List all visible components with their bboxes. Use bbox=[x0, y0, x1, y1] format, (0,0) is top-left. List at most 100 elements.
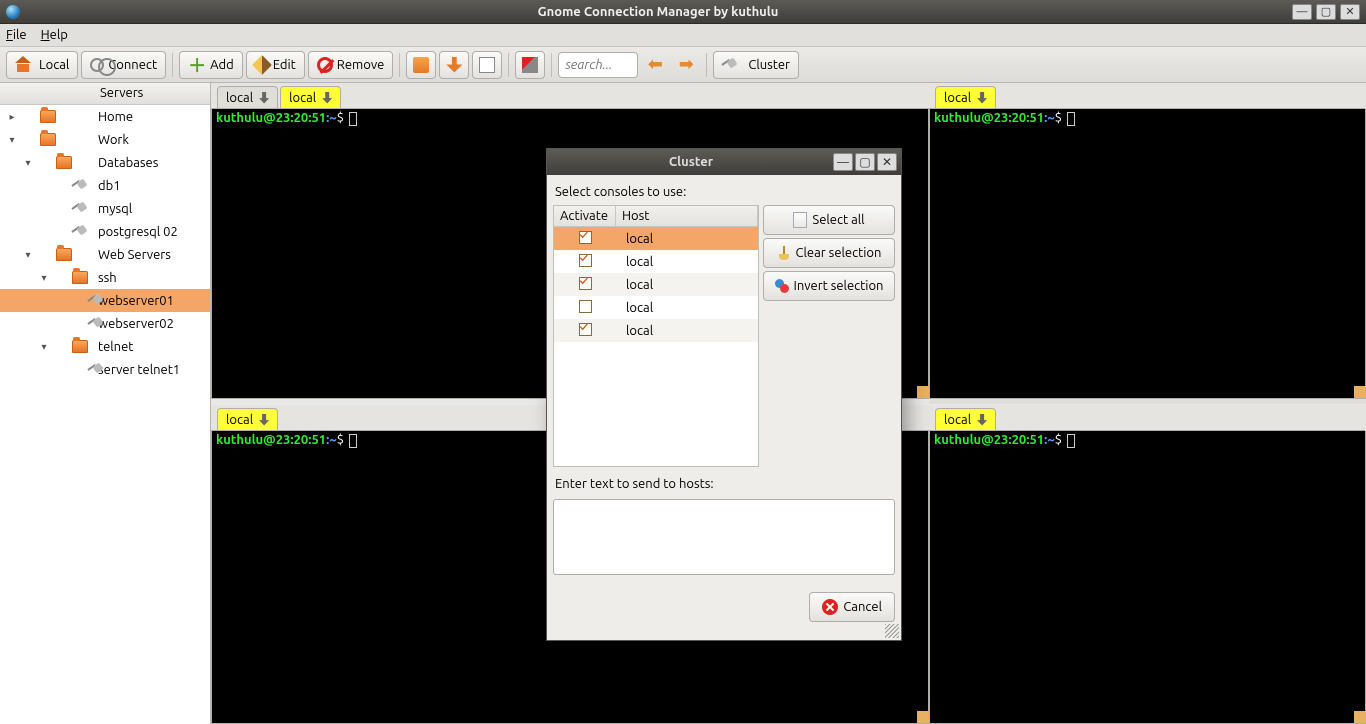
pin-icon bbox=[259, 92, 269, 104]
terminal-tab[interactable]: local bbox=[935, 408, 996, 430]
app-icon bbox=[6, 5, 20, 19]
select-all-label: Select all bbox=[812, 213, 864, 227]
plug-icon bbox=[72, 201, 88, 217]
tree-item-label: webserver02 bbox=[98, 317, 174, 331]
prompt-path: :~ bbox=[1044, 111, 1055, 125]
expander-icon[interactable]: ▾ bbox=[4, 134, 20, 146]
folder-icon bbox=[40, 110, 56, 123]
folder-icon bbox=[72, 271, 88, 284]
separator bbox=[706, 53, 707, 77]
scroll-handle[interactable] bbox=[917, 386, 929, 398]
maximize-button[interactable]: ▢ bbox=[1316, 4, 1336, 20]
sidebar-header: Servers bbox=[0, 83, 210, 105]
host-row[interactable]: local bbox=[554, 227, 758, 250]
export-button[interactable] bbox=[439, 51, 469, 79]
tree-item[interactable]: ▾Databases bbox=[0, 151, 210, 174]
prompt-user: kuthulu@23:20:51 bbox=[934, 111, 1044, 125]
local-button[interactable]: Local bbox=[6, 51, 78, 79]
tab-label: local bbox=[226, 91, 253, 105]
host-row[interactable]: local bbox=[554, 250, 758, 273]
terminal[interactable]: kuthulu@23:20:51:~$ bbox=[929, 109, 1366, 399]
tree-item[interactable]: postgresql 02 bbox=[0, 220, 210, 243]
activate-checkbox[interactable] bbox=[579, 300, 592, 313]
tab-bar: local bbox=[929, 405, 1366, 431]
tab-bar: local local bbox=[211, 83, 929, 109]
tree-item[interactable]: webserver02 bbox=[0, 312, 210, 335]
tree-item[interactable]: db1 bbox=[0, 174, 210, 197]
plug-icon bbox=[72, 178, 88, 194]
resize-grip[interactable] bbox=[885, 624, 899, 638]
tree-item[interactable]: ▾ Work bbox=[0, 128, 210, 151]
expander-icon[interactable]: ▾ bbox=[20, 157, 36, 169]
menu-file[interactable]: File bbox=[6, 28, 27, 42]
tools-icon bbox=[522, 57, 538, 73]
settings-button[interactable] bbox=[515, 51, 545, 79]
menu-help[interactable]: Help bbox=[41, 28, 68, 42]
terminal-tab[interactable]: local bbox=[217, 86, 278, 108]
schedule-button[interactable] bbox=[472, 51, 502, 79]
minimize-button[interactable]: — bbox=[1292, 4, 1312, 20]
select-all-button[interactable]: Select all bbox=[763, 205, 895, 235]
tree-item-label: Work bbox=[98, 133, 129, 147]
scroll-handle[interactable] bbox=[1354, 386, 1366, 398]
scroll-handle[interactable] bbox=[1354, 711, 1366, 723]
terminal-tab[interactable]: local bbox=[935, 86, 996, 108]
broom-icon bbox=[777, 246, 791, 260]
terminal-tab[interactable]: local bbox=[217, 408, 278, 430]
expander-icon[interactable]: ▸ bbox=[4, 111, 20, 123]
connect-button[interactable]: Connect bbox=[81, 51, 166, 79]
search-input[interactable] bbox=[558, 52, 638, 78]
invert-selection-label: Invert selection bbox=[794, 279, 884, 293]
col-activate[interactable]: Activate bbox=[554, 206, 616, 226]
home-icon bbox=[15, 58, 31, 72]
cancel-button[interactable]: Cancel bbox=[809, 592, 895, 622]
host-row[interactable]: local bbox=[554, 296, 758, 319]
dialog-close-button[interactable]: ✕ bbox=[877, 153, 897, 171]
terminal-cursor bbox=[1067, 434, 1075, 448]
host-row[interactable]: local bbox=[554, 319, 758, 342]
server-tree[interactable]: ▸Home ▾ Work ▾Databasesdb1mysqlpostgresql 0… bbox=[0, 105, 210, 724]
pane-top-right: localkuthulu@23:20:51:~$ bbox=[929, 83, 1366, 399]
search-next-button[interactable]: ➡ bbox=[672, 51, 700, 79]
terminal[interactable]: kuthulu@23:20:51:~$ bbox=[929, 431, 1366, 724]
expander-icon[interactable]: ▾ bbox=[20, 249, 36, 261]
activate-checkbox[interactable] bbox=[579, 277, 592, 290]
add-button[interactable]: ＋Add bbox=[179, 51, 243, 79]
plug-icon bbox=[88, 316, 92, 332]
invert-selection-button[interactable]: Invert selection bbox=[763, 271, 895, 301]
tree-item[interactable]: ▾ssh bbox=[0, 266, 210, 289]
send-text-input[interactable] bbox=[553, 499, 895, 575]
tree-item-label: webserver01 bbox=[98, 294, 174, 308]
dialog-maximize-button[interactable]: ▢ bbox=[855, 153, 875, 171]
tree-item[interactable]: server telnet1 bbox=[0, 358, 210, 381]
host-name: local bbox=[616, 255, 758, 269]
cluster-button[interactable]: Cluster bbox=[713, 51, 799, 79]
close-button[interactable]: ✕ bbox=[1340, 4, 1360, 20]
host-name: local bbox=[616, 324, 758, 338]
tree-item[interactable]: ▾Web Servers bbox=[0, 243, 210, 266]
col-host[interactable]: Host bbox=[616, 206, 758, 226]
tree-item[interactable]: ▾telnet bbox=[0, 335, 210, 358]
horizontal-splitter[interactable] bbox=[929, 399, 1366, 404]
tab-label: local bbox=[289, 91, 316, 105]
host-list[interactable]: Activate Host locallocallocallocallocal bbox=[553, 205, 759, 467]
host-row[interactable]: local bbox=[554, 273, 758, 296]
activate-checkbox[interactable] bbox=[579, 254, 592, 267]
tree-item[interactable]: mysql bbox=[0, 197, 210, 220]
activate-checkbox[interactable] bbox=[579, 323, 592, 336]
cluster-label: Cluster bbox=[748, 58, 790, 72]
tree-item[interactable]: ▸Home bbox=[0, 105, 210, 128]
copy-button[interactable] bbox=[406, 51, 436, 79]
expander-icon[interactable]: ▾ bbox=[36, 341, 52, 353]
remove-button[interactable]: Remove bbox=[308, 51, 394, 79]
terminal-tab[interactable]: local bbox=[280, 86, 341, 108]
edit-button[interactable]: Edit bbox=[246, 51, 305, 79]
tree-item[interactable]: webserver01 bbox=[0, 289, 210, 312]
search-prev-button[interactable]: ⬅ bbox=[641, 51, 669, 79]
plug-icon bbox=[88, 362, 92, 378]
scroll-handle[interactable] bbox=[917, 711, 929, 723]
expander-icon[interactable]: ▾ bbox=[36, 272, 52, 284]
clear-selection-button[interactable]: Clear selection bbox=[763, 238, 895, 268]
activate-checkbox[interactable] bbox=[579, 231, 592, 244]
dialog-minimize-button[interactable]: — bbox=[833, 153, 853, 171]
